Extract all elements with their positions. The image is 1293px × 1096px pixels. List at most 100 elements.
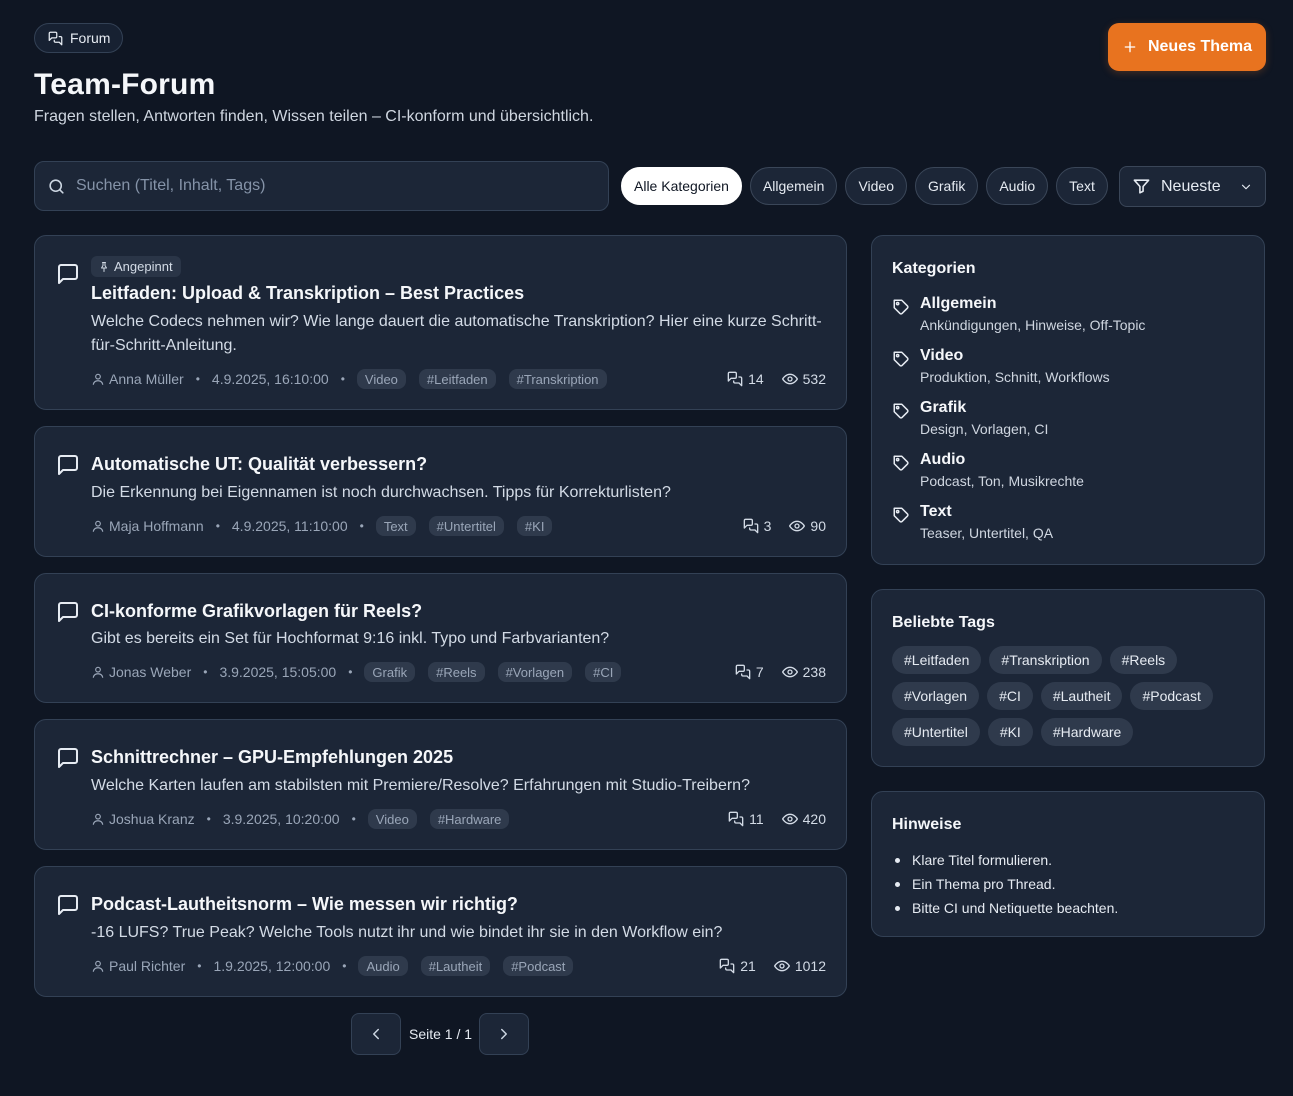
view-count: 238 bbox=[802, 664, 826, 680]
thread-excerpt: -16 LUFS? True Peak? Welche Tools nutzt … bbox=[91, 924, 723, 941]
prev-page-button[interactable] bbox=[351, 1013, 401, 1055]
thread-tag[interactable]: #Lautheit bbox=[420, 956, 491, 976]
replies-icon bbox=[735, 664, 751, 680]
popular-tags-card: Beliebte Tags #Leitfaden #Transkription … bbox=[871, 589, 1265, 767]
message-square-icon bbox=[58, 455, 78, 475]
popular-tags-list: #Leitfaden #Transkription #Reels #Vorlag… bbox=[892, 646, 1252, 746]
thread-stats: 21 1012 bbox=[719, 955, 826, 977]
thread-stats: 7 238 bbox=[735, 661, 826, 683]
user-icon bbox=[92, 666, 104, 678]
thread-meta: Jonas Weber • 3.9.2025, 15:05:00 • Grafi… bbox=[91, 661, 634, 683]
popular-tag[interactable]: #Transkription bbox=[989, 646, 1102, 674]
popular-tag[interactable]: #CI bbox=[987, 682, 1033, 710]
thread-card[interactable]: CI-konforme Grafikvorlagen für Reels? Gi… bbox=[34, 573, 847, 703]
thread-tag[interactable]: #Vorlagen bbox=[497, 662, 573, 682]
category-tag[interactable]: Text bbox=[375, 516, 416, 536]
category-tag[interactable]: Video bbox=[356, 369, 406, 389]
filter-chip-audio[interactable]: Audio bbox=[986, 167, 1049, 205]
popular-tag[interactable]: #Untertitel bbox=[892, 718, 980, 746]
thread-meta: Joshua Kranz • 3.9.2025, 10:20:00 • Vide… bbox=[91, 808, 522, 830]
popular-tag[interactable]: #Leitfaden bbox=[892, 646, 982, 674]
category-desc: Ankündigungen, Hinweise, Off-Topic bbox=[920, 317, 1146, 333]
chevron-right-icon bbox=[501, 1028, 507, 1040]
thread-tag[interactable]: #Hardware bbox=[429, 809, 510, 829]
filter-chip-grafik[interactable]: Grafik bbox=[915, 167, 979, 205]
thread-card[interactable]: Automatische UT: Qualität verbessern? Di… bbox=[34, 426, 847, 557]
pin-icon bbox=[101, 261, 107, 272]
thread-title[interactable]: Automatische UT: Qualität verbessern? bbox=[91, 454, 427, 475]
popular-tag[interactable]: #Vorlagen bbox=[892, 682, 980, 710]
tag-icon bbox=[893, 507, 909, 523]
thread-tag[interactable]: #Podcast bbox=[503, 956, 574, 976]
category-desc: Produktion, Schnitt, Workflows bbox=[920, 369, 1110, 385]
popular-tags-heading: Beliebte Tags bbox=[892, 614, 995, 631]
page-indicator: Seite 1 / 1 bbox=[409, 1026, 473, 1042]
thread-tag[interactable]: #Untertitel bbox=[428, 516, 504, 536]
popular-tag[interactable]: #Lautheit bbox=[1040, 682, 1123, 710]
filter-chip-text[interactable]: Text bbox=[1056, 167, 1108, 205]
breadcrumb-label: Forum bbox=[70, 30, 111, 46]
popular-tag[interactable]: #Reels bbox=[1109, 646, 1178, 674]
replies-icon bbox=[728, 811, 744, 827]
thread-tag[interactable]: #Transkription bbox=[508, 369, 607, 389]
meta-separator: • bbox=[197, 959, 202, 973]
thread-author: Joshua Kranz bbox=[109, 811, 195, 827]
thread-date: 3.9.2025, 10:20:00 bbox=[222, 811, 340, 827]
sort-selected-label: Neueste bbox=[1161, 177, 1221, 195]
popular-tag[interactable]: #Hardware bbox=[1040, 718, 1134, 746]
thread-tag[interactable]: #CI bbox=[585, 662, 622, 682]
thread-title[interactable]: Leitfaden: Upload & Transkription – Best… bbox=[91, 283, 524, 304]
pinned-badge: Angepinnt bbox=[91, 256, 181, 277]
thread-meta: Maja Hoffmann • 4.9.2025, 11:10:00 • Tex… bbox=[91, 515, 565, 537]
thread-card[interactable]: Angepinnt Leitfaden: Upload & Transkript… bbox=[34, 235, 847, 410]
sort-select[interactable]: Neueste bbox=[1119, 166, 1266, 207]
thread-tag[interactable]: #Reels bbox=[428, 662, 485, 682]
breadcrumb-forum[interactable]: Forum bbox=[34, 23, 123, 53]
meta-separator: • bbox=[342, 959, 347, 973]
popular-tag[interactable]: #KI bbox=[987, 718, 1033, 746]
hint-item: Bitte CI und Netiquette beachten. bbox=[892, 896, 1118, 920]
reply-count: 11 bbox=[749, 811, 764, 827]
search-box[interactable] bbox=[34, 161, 609, 211]
popular-tag[interactable]: #Podcast bbox=[1130, 682, 1213, 710]
thread-excerpt: Welche Codecs nehmen wir? Wie lange daue… bbox=[91, 313, 822, 354]
thread-tag[interactable]: #Leitfaden bbox=[418, 369, 496, 389]
replies-icon bbox=[727, 371, 743, 387]
thread-author: Jonas Weber bbox=[109, 664, 192, 680]
filter-chip-video[interactable]: Video bbox=[845, 167, 907, 205]
thread-date: 4.9.2025, 16:10:00 bbox=[211, 371, 329, 387]
eye-icon bbox=[781, 666, 798, 678]
meta-separator: • bbox=[351, 812, 356, 826]
category-tag[interactable]: Grafik bbox=[364, 662, 416, 682]
chat-bubbles-icon bbox=[48, 31, 63, 45]
thread-meta: Paul Richter • 1.9.2025, 12:00:00 • Audi… bbox=[91, 955, 586, 977]
meta-separator: • bbox=[348, 665, 353, 679]
view-count: 90 bbox=[810, 518, 826, 534]
thread-title[interactable]: CI-konforme Grafikvorlagen für Reels? bbox=[91, 601, 422, 622]
replies-icon bbox=[719, 958, 735, 974]
thread-card[interactable]: Podcast-Lautheitsnorm – Wie messen wir r… bbox=[34, 866, 847, 997]
thread-stats: 11 420 bbox=[728, 808, 826, 830]
reply-count: 7 bbox=[755, 664, 764, 680]
view-count: 1012 bbox=[794, 958, 826, 974]
thread-title[interactable]: Podcast-Lautheitsnorm – Wie messen wir r… bbox=[91, 894, 518, 915]
thread-date: 1.9.2025, 12:00:00 bbox=[213, 958, 331, 974]
filter-funnel-icon bbox=[1133, 179, 1150, 194]
search-input[interactable] bbox=[76, 177, 576, 195]
hint-item: Klare Titel formulieren. bbox=[892, 848, 1118, 872]
view-count: 420 bbox=[802, 811, 826, 827]
eye-icon bbox=[781, 813, 798, 825]
search-icon bbox=[49, 178, 64, 194]
category-desc: Design, Vorlagen, CI bbox=[920, 421, 1049, 437]
new-topic-button[interactable]: Neues Thema bbox=[1108, 23, 1266, 71]
thread-title[interactable]: Schnittrechner – GPU-Empfehlungen 2025 bbox=[91, 747, 453, 768]
thread-tag[interactable]: #KI bbox=[516, 516, 553, 536]
thread-card[interactable]: Schnittrechner – GPU-Empfehlungen 2025 W… bbox=[34, 719, 847, 850]
category-tag[interactable]: Video bbox=[367, 809, 417, 829]
page-title: Team-Forum bbox=[34, 68, 216, 101]
category-tag[interactable]: Audio bbox=[358, 956, 408, 976]
filter-chip-all[interactable]: Alle Kategorien bbox=[621, 167, 742, 205]
next-page-button[interactable] bbox=[479, 1013, 529, 1055]
filter-chip-allgemein[interactable]: Allgemein bbox=[749, 167, 838, 205]
meta-separator: • bbox=[203, 665, 208, 679]
